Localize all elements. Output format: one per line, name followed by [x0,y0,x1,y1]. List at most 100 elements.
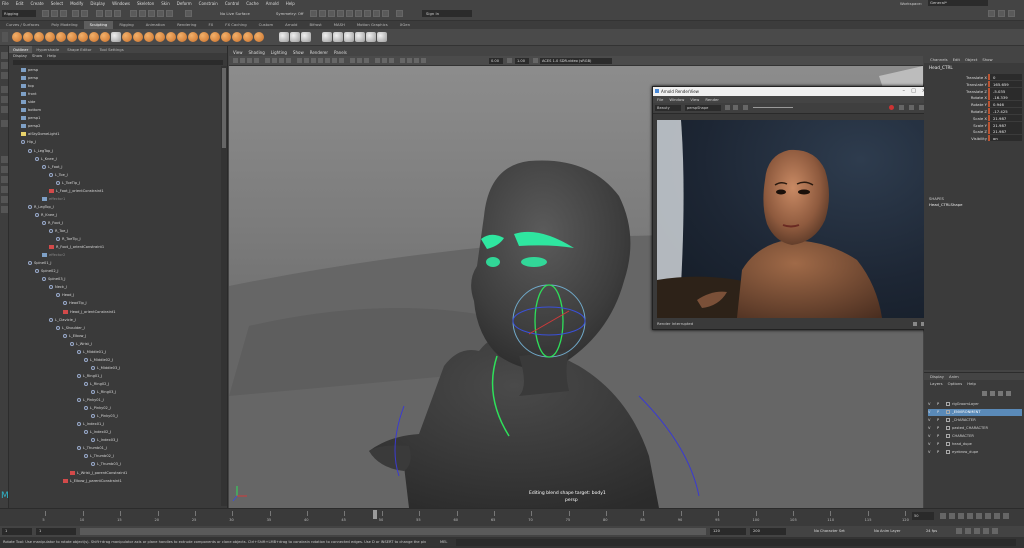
outliner-row[interactable]: L_LegTop_J [28,147,53,155]
menu-help[interactable]: Help [286,1,295,6]
layer-move-down-icon[interactable] [990,391,995,396]
layer-row[interactable]: V PrigGroomLayer [928,401,1022,408]
film-gate-icon[interactable] [272,58,277,63]
redo-icon[interactable] [81,10,88,17]
resolution-gate-icon[interactable] [279,58,284,63]
outliner-row[interactable]: L_Shoulder_J [56,324,85,332]
aov-select[interactable]: Beauty [655,105,681,111]
layer-menu-help[interactable]: Help [967,381,976,387]
layer-color-swatch[interactable] [946,434,950,438]
render-frame-icon[interactable] [310,10,317,17]
outliner-row[interactable]: L_Wrist_J_parentConstraint1 [70,469,127,477]
lasso-tool-icon[interactable] [1,62,8,69]
menu-control[interactable]: Control [225,1,239,6]
render-view-icon[interactable] [346,10,353,17]
outliner-row[interactable]: R_Knee_J [35,211,57,219]
arnold-render-icon[interactable] [355,10,362,17]
range-slider-bar[interactable] [80,528,706,535]
layer-playback-toggle[interactable]: P [937,425,946,432]
outliner-row[interactable]: side [21,98,35,106]
outliner-search-input[interactable] [13,60,223,65]
outliner-row[interactable]: L_Ring01_J [77,372,102,380]
outliner-row[interactable]: top [21,82,34,90]
outliner-row[interactable]: L_Clavicle_J [49,316,76,324]
outliner-tab-outliner[interactable]: Outliner [9,46,33,53]
layer-playback-toggle[interactable]: P [937,409,946,416]
sculpt-tool-pinch-icon[interactable] [56,32,66,42]
exposure-slider[interactable] [753,107,793,108]
sculpt-tool-sculpt-icon[interactable] [243,32,253,42]
menu-set-select[interactable]: Rigging [2,10,36,17]
view-transform-select[interactable]: ACES 1.0 SDR-video (sRGB) [540,58,612,64]
snap-curve-icon[interactable] [139,10,146,17]
anti-aliasing-icon[interactable] [389,58,394,63]
outliner-row[interactable]: Neck_J [49,283,67,291]
select-object-icon[interactable] [105,10,112,17]
outliner-row[interactable]: persp1 [21,114,40,122]
shelf-tab-sculpting[interactable]: Sculpting [83,21,114,29]
outliner-row[interactable]: Spine02_J [35,267,58,275]
render-settings-icon[interactable] [328,10,335,17]
viewport-menu-renderer[interactable]: Renderer [310,49,328,56]
isolate-select-icon[interactable] [400,58,405,63]
layer-visibility-toggle[interactable]: V [928,401,937,408]
outliner-row[interactable]: L_Pinky03_J [91,412,118,420]
outliner-row[interactable]: L_Ring02_J [84,380,109,388]
current-frame-field[interactable]: 50 [912,512,934,520]
sculpt-tool-sculpt-icon[interactable] [12,32,22,42]
menu-constrain[interactable]: Constrain [199,1,218,6]
layer-playback-toggle[interactable]: P [937,401,946,408]
sculpt-tool-relax-icon[interactable] [279,32,289,42]
sculpt-tool-imprint-icon[interactable] [111,32,121,42]
viewport-menu-view[interactable]: View [233,49,243,56]
menu-arnold[interactable]: Arnold [266,1,279,6]
channel-value-field[interactable]: 0 [988,74,1022,80]
sculpt-tool-freeze-icon[interactable] [199,32,209,42]
layer-menu-options[interactable]: Options [948,381,963,387]
shelf-tab-poly-modeling[interactable]: Poly Modeling [45,21,83,29]
textured-icon[interactable] [325,58,330,63]
camera-attributes-icon[interactable] [240,58,245,63]
make-live-icon[interactable] [185,10,192,17]
outliner-row[interactable]: L_Index01_J [77,420,104,428]
step-back-key-icon[interactable] [949,513,955,519]
modeling-toolkit-icon[interactable] [988,10,995,17]
persp-graph-icon[interactable] [1,196,8,203]
layer-row[interactable]: V P _ENVIRONMENT [928,409,1022,416]
play-forwards-icon[interactable] [976,513,982,519]
pause-icon[interactable] [396,10,403,17]
outliner-row[interactable]: L_Index03_J [91,436,118,444]
maximize-icon[interactable]: □ [911,87,916,96]
menu-select[interactable]: Select [51,1,63,6]
side-by-side-icon[interactable] [1,176,8,183]
outliner-row[interactable]: R_ToeTip_J [56,235,81,243]
undo-icon[interactable] [72,10,79,17]
move-tool-icon[interactable] [1,86,8,93]
channel-value-field[interactable]: 21.987 [988,114,1022,121]
wireframe-on-shaded-icon[interactable] [318,58,323,63]
layer-playback-toggle[interactable]: P [937,449,946,456]
outliner-row[interactable]: L_Knee_J [35,155,57,163]
fps-select[interactable]: 24 fps [924,528,937,535]
current-time-marker[interactable] [373,510,377,519]
outliner-row[interactable]: L_Middle02_J [84,356,113,364]
menu-cache[interactable]: Cache [246,1,258,6]
shelf-tab-fx[interactable]: FX [202,21,219,29]
new-scene-icon[interactable] [42,10,49,17]
menu-file[interactable]: File [2,1,9,6]
sculpt-tool-scrape-icon[interactable] [133,32,143,42]
shelf-tab-arnold[interactable]: Arnold [279,21,303,29]
outliner-row[interactable]: L_Pinky01_J [77,396,104,404]
sculpt-tool-flatten-icon[interactable] [322,32,332,42]
layer-row[interactable]: V P CHARACTER [928,433,1022,440]
channel-value-field[interactable]: -17.425 [988,108,1022,114]
rotate-tool-icon[interactable] [1,96,8,103]
outliner-scrollbar[interactable] [221,66,227,506]
shelf-tab-motion-graphics[interactable]: Motion Graphics [351,21,394,29]
outliner-row[interactable]: effector2 [42,251,65,259]
render-image[interactable] [657,120,928,318]
select-tool-icon[interactable] [1,52,8,59]
sculpt-tool-bulge-icon[interactable] [177,32,187,42]
exposure-icon[interactable] [743,105,748,110]
menu-windows[interactable]: Windows [112,1,130,6]
